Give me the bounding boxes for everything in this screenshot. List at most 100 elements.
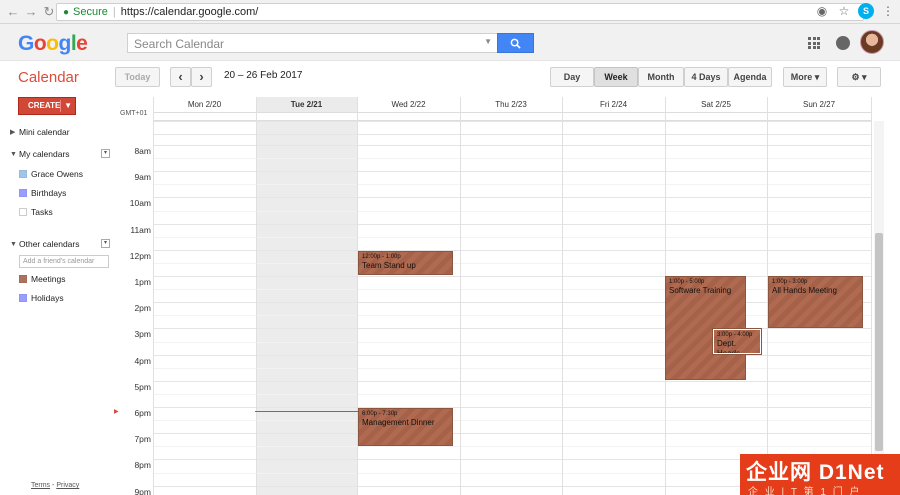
search-icon: [510, 38, 521, 49]
half-hour-gridline: [153, 210, 871, 212]
next-week-button[interactable]: ›: [191, 67, 212, 87]
search-input[interactable]: Search Calendar ▼: [127, 33, 498, 53]
hour-gridline: [153, 328, 871, 330]
event-management-dinner[interactable]: 6:00p - 7:30p Management Dinner: [358, 408, 453, 446]
hour-label: 9am: [134, 172, 151, 183]
collapse-arrow-icon: ▼: [10, 150, 17, 158]
calendar-scrollbar[interactable]: [874, 121, 884, 495]
calendar-color-swatch: [19, 208, 27, 216]
lock-icon: ●: [63, 6, 70, 18]
add-friend-calendar-input[interactable]: Add a friend's calendar: [19, 255, 109, 268]
mini-calendar-toggle[interactable]: ▶ Mini calendar: [10, 127, 70, 137]
hour-label: 4pm: [134, 355, 151, 366]
hour-gridline: [153, 171, 871, 173]
view-day-button[interactable]: Day: [550, 67, 594, 87]
search-options-icon[interactable]: ▼: [484, 37, 492, 46]
today-column-highlight: [256, 121, 357, 495]
create-dropdown-icon[interactable]: ▼: [64, 98, 72, 114]
day-column-divider: [562, 97, 563, 495]
other-calendars-dropdown-icon[interactable]: ▾: [101, 239, 110, 248]
hour-label: 9pm: [134, 486, 151, 495]
calendar-item-holidays[interactable]: Holidays: [19, 293, 64, 303]
calendar-item-birthdays[interactable]: Birthdays: [19, 188, 66, 198]
calendar-item-grace-owens[interactable]: Grace Owens: [19, 169, 83, 179]
current-time-marker-icon: ▶: [114, 409, 119, 415]
calendar-color-swatch: [19, 170, 27, 178]
hour-label: 11am: [130, 224, 151, 235]
skype-icon[interactable]: S: [858, 3, 874, 19]
day-header-sun[interactable]: Sun 2/27: [767, 97, 871, 112]
hour-label: 1pm: [134, 277, 151, 287]
create-label: CREATE: [28, 101, 61, 110]
browser-toolbar: ← → ↻ ● Secure | https://calendar.google…: [0, 0, 900, 24]
hour-gridline: [153, 276, 871, 277]
browser-menu-icon[interactable]: ⋮: [880, 3, 896, 19]
address-bar[interactable]: ● Secure | https://calendar.google.com/: [56, 3, 864, 21]
calendar-item-meetings[interactable]: Meetings: [19, 274, 66, 284]
today-button[interactable]: Today: [115, 67, 160, 87]
hour-label: 8am: [134, 146, 151, 156]
day-header-thu[interactable]: Thu 2/23: [460, 97, 562, 112]
scrollbar-thumb[interactable]: [875, 233, 883, 451]
my-calendars-toggle[interactable]: ▼ My calendars: [10, 149, 70, 159]
hour-gridline: [153, 223, 871, 225]
expand-arrow-icon: ▶: [10, 129, 16, 136]
calendar-color-swatch: [19, 275, 27, 283]
other-calendars-toggle[interactable]: ▼ Other calendars: [10, 239, 79, 249]
search-button[interactable]: [497, 33, 534, 53]
privacy-link[interactable]: Privacy: [56, 482, 79, 489]
url-text[interactable]: https://calendar.google.com/: [121, 6, 259, 18]
event-all-hands-meeting[interactable]: 1:00p - 3:00p All Hands Meeting: [768, 276, 863, 328]
day-header-tue[interactable]: Tue 2/21: [256, 97, 357, 112]
timezone-label: GMT+01: [120, 110, 148, 117]
star-icon[interactable]: ☆: [836, 3, 852, 19]
my-calendars-dropdown-icon[interactable]: ▾: [101, 149, 110, 158]
half-hour-gridline: [153, 184, 871, 186]
search-placeholder: Search Calendar: [134, 37, 225, 51]
half-hour-gridline: [153, 367, 871, 369]
forward-icon[interactable]: →: [22, 3, 40, 21]
avatar[interactable]: [860, 30, 884, 54]
view-month-button[interactable]: Month: [638, 67, 684, 87]
day-header-fri[interactable]: Fri 2/24: [562, 97, 665, 112]
day-header-wed[interactable]: Wed 2/22: [357, 97, 460, 112]
view-agenda-button[interactable]: Agenda: [728, 67, 772, 87]
eye-icon[interactable]: ◉: [814, 3, 830, 19]
notifications-icon[interactable]: [836, 36, 850, 50]
settings-button[interactable]: ⚙ ▾: [837, 67, 881, 87]
all-day-row[interactable]: [153, 112, 871, 121]
hour-label: 7pm: [134, 434, 151, 445]
event-team-stand-up[interactable]: 12:00p - 1:00p Team Stand up: [358, 251, 453, 275]
half-hour-gridline: [153, 341, 871, 343]
hour-gridline: [153, 134, 871, 135]
hour-gridline: [153, 249, 871, 251]
event-dept-heads[interactable]: 3:00p - 4:00p Dept. Heads: [712, 328, 762, 355]
hour-label: 3pm: [134, 329, 151, 340]
create-button[interactable]: CREATE ▼: [18, 97, 76, 115]
half-hour-gridline: [153, 393, 871, 395]
back-icon[interactable]: ←: [4, 3, 22, 21]
day-header-sat[interactable]: Sat 2/25: [665, 97, 767, 112]
day-header-mon[interactable]: Mon 2/20: [153, 97, 256, 112]
calendar-item-tasks[interactable]: Tasks: [19, 207, 53, 217]
view-4days-button[interactable]: 4 Days: [684, 67, 728, 87]
calendar-color-swatch: [19, 189, 27, 197]
google-logo[interactable]: Google: [18, 32, 88, 56]
prev-week-button[interactable]: ‹: [170, 67, 191, 87]
calendar-color-swatch: [19, 294, 27, 302]
hour-label: 10am: [129, 198, 151, 209]
hour-gridline: [153, 380, 871, 382]
day-column-divider: [256, 97, 257, 495]
hour-gridline: [153, 433, 871, 435]
footer-links: Terms - Privacy: [31, 482, 80, 489]
apps-grid-icon[interactable]: [808, 37, 820, 49]
collapse-arrow-icon: ▼: [10, 240, 17, 248]
hour-label: 8pm: [134, 460, 151, 471]
view-week-button[interactable]: Week: [594, 67, 638, 87]
terms-link[interactable]: Terms: [31, 482, 50, 489]
event-software-training[interactable]: 1:00p - 5:00p Software Training: [665, 276, 746, 380]
more-button[interactable]: More ▾: [783, 67, 827, 87]
day-column-divider: [460, 97, 461, 495]
hour-label: 12pm: [129, 250, 151, 261]
hour-gridline: [153, 145, 871, 146]
